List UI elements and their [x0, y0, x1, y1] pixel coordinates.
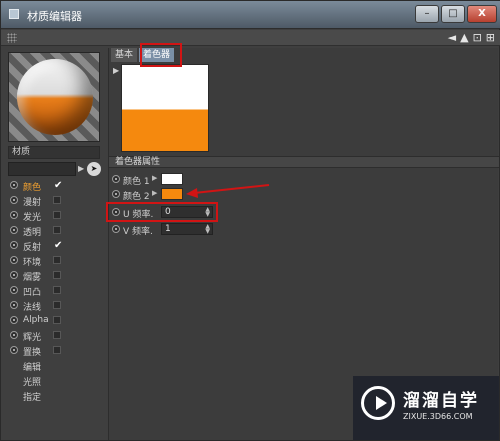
annotation-arrow: [186, 184, 270, 198]
arrow-head: [186, 188, 198, 198]
play-logo-icon: [361, 386, 395, 420]
watermark-text: 溜溜自学: [403, 391, 479, 411]
watermark: 溜溜自学 ZIXUE.3D66.COM: [353, 376, 499, 440]
watermark-url: ZIXUE.3D66.COM: [403, 412, 473, 421]
material-editor-window: 材质编辑器 – □ X ◄ ▲ ⊡ ⊞ 材质 ▶ ➤ 颜色 ✔ 漫射 发光 透明…: [0, 0, 500, 441]
arrow-line: [193, 184, 270, 194]
